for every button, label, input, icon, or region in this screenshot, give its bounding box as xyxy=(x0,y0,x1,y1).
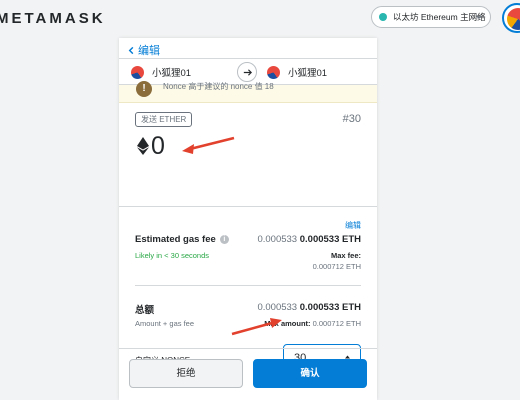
ethereum-icon xyxy=(137,137,149,155)
arrow-right-icon xyxy=(237,62,257,82)
account-avatar[interactable] xyxy=(502,3,520,33)
max-amount: Max amount: 0.000712 ETH xyxy=(264,319,361,328)
app-brand: METAMASK xyxy=(0,10,106,27)
transaction-amount: 0 xyxy=(151,132,165,160)
recipient-account[interactable]: 小狐狸01 xyxy=(267,65,327,79)
sender-name: 小狐狸01 xyxy=(152,68,192,79)
confirm-transaction-card: 编辑 小狐狸01 小狐狸01 ! Nonce 高于建议的 nonce 值 18 … xyxy=(119,38,377,400)
gas-fee-label-text: Estimated gas fee xyxy=(135,234,216,245)
gas-fee-value: 0.000533 0.000533 ETH xyxy=(257,234,361,245)
gas-fee-eth: 0.000533 ETH xyxy=(299,234,361,245)
total-value: 0.000533 0.000533 ETH xyxy=(257,302,361,313)
identicon xyxy=(507,8,520,30)
divider xyxy=(135,285,361,286)
nonce-tag: #30 xyxy=(342,113,361,125)
network-status-dot xyxy=(379,13,387,21)
back-label: 编辑 xyxy=(138,45,160,57)
gas-fee-fiat: 0.000533 xyxy=(257,234,298,245)
max-fee-label: Max fee: xyxy=(330,251,361,260)
confirm-button[interactable]: 确认 xyxy=(253,359,367,388)
network-label: 以太坊 Ethereum 主网络 xyxy=(393,12,486,22)
sender-identicon xyxy=(131,65,144,79)
chevron-down-icon xyxy=(476,15,482,19)
max-amount-label: Max amount: xyxy=(264,319,311,328)
transaction-type-badge: 发送 ETHER xyxy=(135,112,193,127)
info-icon[interactable]: i xyxy=(219,235,229,244)
top-bar: METAMASK 以太坊 Ethereum 主网络 xyxy=(0,0,520,36)
edit-back-link[interactable]: 编辑 xyxy=(127,42,160,58)
nonce-warning-banner: ! Nonce 高于建议的 nonce 值 18 xyxy=(119,81,377,103)
network-selector[interactable]: 以太坊 Ethereum 主网络 xyxy=(371,6,491,28)
recipient-identicon xyxy=(267,65,280,79)
gas-time-estimate: Likely in < 30 seconds xyxy=(135,251,210,260)
warning-icon: ! xyxy=(136,81,152,97)
sender-account[interactable]: 小狐狸01 xyxy=(131,65,191,79)
chevron-left-icon xyxy=(128,46,134,54)
total-label: 总额 xyxy=(135,305,155,316)
recipient-name: 小狐狸01 xyxy=(288,68,328,79)
total-eth: 0.000533 ETH xyxy=(299,302,361,313)
transaction-summary: 发送 ETHER #30 0 xyxy=(119,103,377,207)
total-sub-label: Amount + gas fee xyxy=(135,319,194,328)
max-amount-value: 0.000712 ETH xyxy=(312,319,361,328)
max-fee-value: 0.000712 ETH xyxy=(312,262,361,271)
total-fiat: 0.000533 xyxy=(257,302,298,313)
banner-text: Nonce 高于建议的 nonce 值 18 xyxy=(163,82,274,91)
action-footer: 拒绝 确认 xyxy=(119,348,377,400)
reject-button[interactable]: 拒绝 xyxy=(129,359,243,388)
edit-gas-link[interactable]: 编辑 xyxy=(345,220,361,231)
gas-fee-label: Estimated gas fee i xyxy=(135,234,229,245)
